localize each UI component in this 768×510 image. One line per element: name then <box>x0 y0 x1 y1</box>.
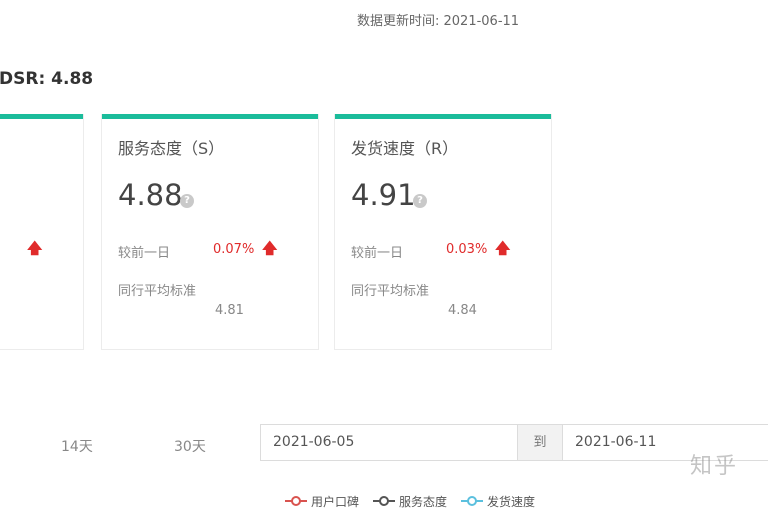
score-card-description: 3% 🡅 5 <box>0 114 84 350</box>
start-date-input[interactable]: 2021-06-05 <box>260 424 518 461</box>
score-card-delivery: 发货速度（R） 4.91 ? 较前一日 0.03% 🡅 同行平均标准 4.84 <box>334 114 552 350</box>
update-time: 数据更新时间: 2021-06-11 <box>357 14 520 29</box>
arrow-up-icon: 🡅 <box>27 239 43 257</box>
card-score: 4.88 <box>118 178 183 212</box>
legend-line-marker-icon <box>373 495 396 507</box>
legend-item-delivery-speed[interactable]: 发货速度 <box>461 493 535 510</box>
watermark-logo: 知乎 <box>690 454 739 479</box>
prev-day-label: 较前一日 <box>118 246 171 261</box>
help-icon[interactable]: ? <box>413 194 427 208</box>
dsr-dashboard: 数据更新时间: 2021-06-11 DSR: 4.88 3% 🡅 5 服务态度… <box>0 0 768 510</box>
peer-average-value: 4.84 <box>448 303 477 318</box>
card-accent-bar <box>335 114 551 119</box>
card-title: 发货速度（R） <box>351 139 459 158</box>
peer-average-value: 4.81 <box>215 303 244 318</box>
chart-legend: 用户口碑 服务态度 发货速度 <box>285 492 535 510</box>
card-accent-bar <box>0 114 83 119</box>
dsr-score: DSR: 4.88 <box>0 69 94 89</box>
legend-label: 用户口碑 <box>311 494 360 509</box>
peer-average-label: 同行平均标准 <box>118 284 197 299</box>
legend-item-user-reputation[interactable]: 用户口碑 <box>285 493 359 510</box>
arrow-up-icon: 🡅 <box>495 239 511 257</box>
score-card-service: 服务态度（S） 4.88 ? 较前一日 0.07% 🡅 同行平均标准 4.81 <box>101 114 319 350</box>
change-value: 0.07% <box>213 242 255 257</box>
range-30-days-button[interactable]: 30天 <box>174 436 206 456</box>
card-score: 4.91 <box>351 178 416 212</box>
help-icon[interactable]: ? <box>180 194 194 208</box>
range-14-days-button[interactable]: 14天 <box>61 436 93 456</box>
legend-item-service-attitude[interactable]: 服务态度 <box>373 493 447 510</box>
legend-line-marker-icon <box>285 495 307 507</box>
change-value: 0.03% <box>446 242 488 257</box>
date-range-separator: 到 <box>517 424 563 461</box>
legend-label: 发货速度 <box>487 494 536 509</box>
legend-line-marker-icon <box>461 495 484 507</box>
arrow-up-icon: 🡅 <box>262 239 278 257</box>
card-accent-bar <box>102 114 318 119</box>
peer-average-label: 同行平均标准 <box>351 284 430 299</box>
legend-label: 服务态度 <box>399 494 448 509</box>
prev-day-label: 较前一日 <box>351 246 404 261</box>
card-title: 服务态度（S） <box>118 139 225 158</box>
